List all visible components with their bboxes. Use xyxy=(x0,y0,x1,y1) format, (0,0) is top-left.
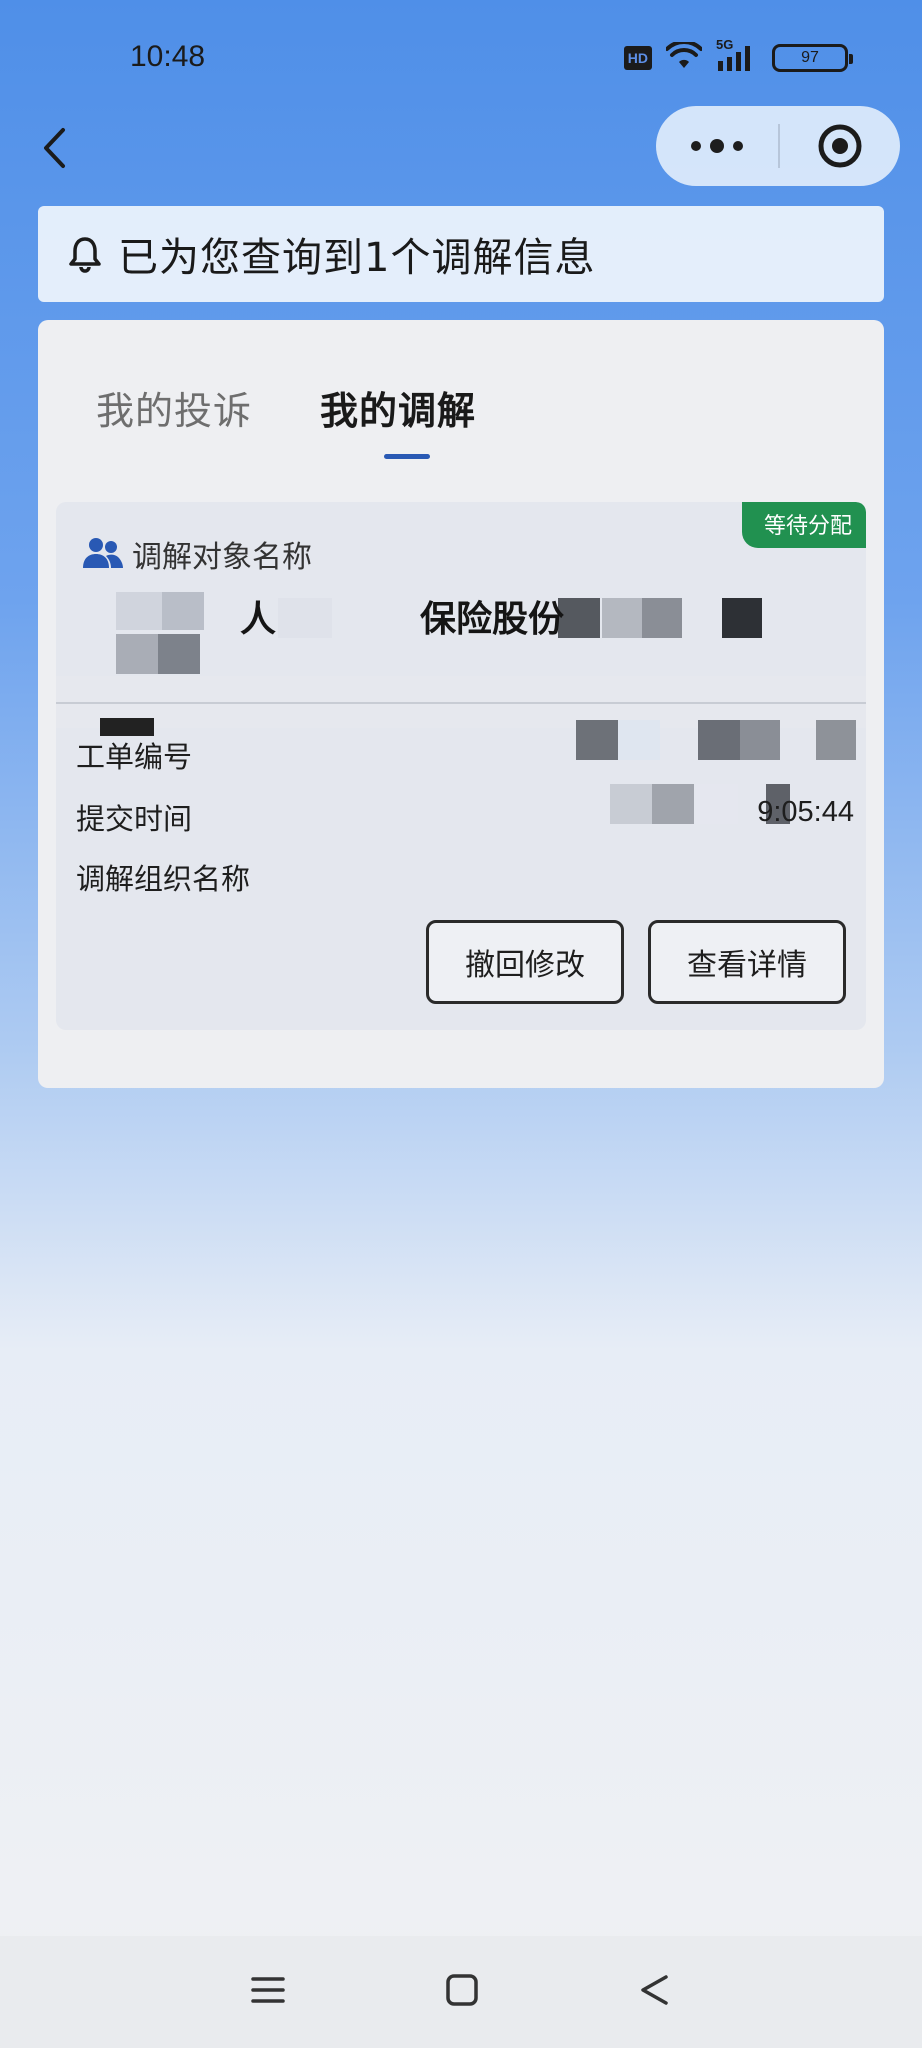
ticket-number-label: 工单编号 xyxy=(76,740,193,774)
wifi-icon xyxy=(665,39,703,74)
notice-banner: 已为您查询到1个调解信息 xyxy=(38,206,884,302)
signal-5g-icon: 5G xyxy=(716,37,758,73)
back-button[interactable] xyxy=(34,118,74,178)
battery-icon: 97 xyxy=(772,44,853,72)
target-circle-icon xyxy=(818,124,862,168)
back-triangle-icon xyxy=(641,1975,669,2005)
back-nav-button[interactable] xyxy=(638,1973,672,2011)
notice-text: 已为您查询到1个调解信息 xyxy=(118,235,596,281)
main-card: 我的投诉 我的调解 等待分配 调解对象名称 人 保险股份 工单编号 提交时间 9… xyxy=(38,320,884,1088)
target-name-fragment-2: 保险股份 xyxy=(420,599,565,640)
more-dots-icon-center xyxy=(710,139,724,153)
status-bar: 10:48 HD 5G 97 xyxy=(0,0,922,120)
more-dots-icon xyxy=(691,141,701,151)
tab-my-mediations[interactable]: 我的调解 xyxy=(320,380,476,435)
system-nav-bar xyxy=(0,1936,922,2048)
chevron-left-icon xyxy=(44,128,65,168)
close-button[interactable] xyxy=(780,106,900,186)
status-badge: 等待分配 xyxy=(741,502,866,548)
target-name-fragment-1: 人 xyxy=(240,599,277,640)
menu-icon xyxy=(250,1977,285,2003)
view-details-button[interactable]: 查看详情 xyxy=(648,920,846,1004)
target-label-row: 调解对象名称 xyxy=(82,532,312,576)
mini-program-capsule xyxy=(656,106,900,186)
target-label: 调解对象名称 xyxy=(132,540,312,575)
card-divider xyxy=(56,702,866,704)
bell-icon xyxy=(69,237,101,273)
users-icon xyxy=(83,538,123,568)
home-square-icon xyxy=(446,1974,478,2006)
more-button[interactable] xyxy=(656,106,778,186)
mediation-record-card[interactable]: 等待分配 调解对象名称 人 保险股份 工单编号 提交时间 9:05:44 调解组… xyxy=(56,502,866,1030)
active-tab-indicator xyxy=(384,454,430,459)
home-nav-button[interactable] xyxy=(445,1973,479,2011)
more-dots-icon-right xyxy=(733,141,743,151)
status-time: 10:48 xyxy=(130,40,206,73)
mediation-org-label: 调解组织名称 xyxy=(76,862,251,896)
tab-my-complaints[interactable]: 我的投诉 xyxy=(96,380,252,435)
hd-icon: HD xyxy=(623,46,652,70)
withdraw-edit-button[interactable]: 撤回修改 xyxy=(426,920,624,1004)
menu-nav-button[interactable] xyxy=(250,1975,286,2009)
submit-time-value: 9:05:44 xyxy=(757,796,854,828)
submit-time-label: 提交时间 xyxy=(76,802,193,836)
tab-bar: 我的投诉 我的调解 xyxy=(96,380,476,435)
status-icons: HD 5G 97 xyxy=(623,37,853,74)
